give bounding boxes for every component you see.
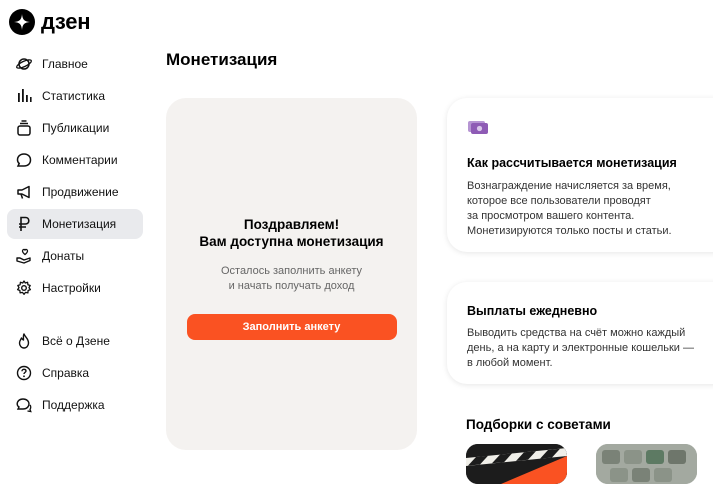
card-text-line: Выводить средства на счёт можно каждый bbox=[467, 327, 686, 339]
sidebar-nav: Главное Статистика Публикации Комментари… bbox=[0, 49, 150, 422]
card-text: Выводить средства на счёт можно каждый д… bbox=[467, 326, 713, 371]
sidebar-item-main[interactable]: Главное bbox=[7, 49, 143, 79]
dzen-logo[interactable]: дзен bbox=[9, 9, 91, 35]
card-text-line: в любой момент. bbox=[467, 357, 553, 369]
sidebar-item-settings[interactable]: Настройки bbox=[7, 273, 143, 303]
monetization-promo-card: Поздравляем! Вам доступна монетизация Ос… bbox=[166, 98, 417, 450]
megaphone-icon bbox=[16, 184, 32, 200]
card-title: Выплаты ежедневно bbox=[467, 304, 598, 318]
help-icon bbox=[16, 365, 32, 381]
sidebar-item-monetization[interactable]: Монетизация bbox=[7, 209, 143, 239]
comment-icon bbox=[16, 152, 32, 168]
card-text-line: Вознаграждение начисляется за время, bbox=[467, 180, 671, 192]
sidebar-item-comments[interactable]: Комментарии bbox=[7, 145, 143, 175]
ruble-icon bbox=[16, 216, 32, 232]
sidebar-item-label: Настройки bbox=[42, 281, 101, 295]
tips-collection-thumbnail[interactable] bbox=[466, 444, 567, 484]
planet-icon bbox=[16, 56, 32, 72]
sidebar-item-label: Поддержка bbox=[42, 398, 105, 412]
sidebar-item-label: Продвижение bbox=[42, 185, 119, 199]
sidebar-item-about-dzen[interactable]: Всё о Дзене bbox=[7, 326, 143, 356]
gear-icon bbox=[16, 280, 32, 296]
promo-title-line: Вам доступна монетизация bbox=[199, 234, 384, 249]
sidebar-item-label: Статистика bbox=[42, 89, 106, 103]
publications-icon bbox=[16, 120, 32, 136]
sidebar-item-label: Главное bbox=[42, 57, 88, 71]
promo-subtitle-line: Осталось заполнить анкету bbox=[220, 265, 363, 277]
sidebar-item-donations[interactable]: Донаты bbox=[7, 241, 143, 271]
flame-icon bbox=[16, 333, 32, 349]
money-icon bbox=[467, 119, 489, 140]
sidebar-item-label: Справка bbox=[42, 366, 90, 380]
sidebar-item-label: Монетизация bbox=[42, 217, 117, 231]
monetization-info-card: Как рассчитывается монетизация Вознаграж… bbox=[447, 98, 713, 252]
donate-icon bbox=[16, 248, 32, 264]
daily-payouts-card: Выплаты ежедневно Выводить средства на с… bbox=[447, 282, 713, 384]
tips-collection-thumbnail[interactable] bbox=[596, 444, 697, 484]
tips-section-title: Подборки с советами bbox=[466, 417, 611, 432]
clapperboard-image bbox=[466, 444, 567, 484]
sidebar-item-label: Публикации bbox=[42, 121, 110, 135]
promo-subtitle: Осталось заполнить анкету и начать получ… bbox=[221, 264, 362, 294]
card-text-line: Монетизируются только посты и статьи. bbox=[467, 225, 672, 237]
promo-title-line: Поздравляем! bbox=[243, 217, 340, 232]
sidebar-item-help[interactable]: Справка bbox=[7, 358, 143, 388]
card-text: Вознаграждение начисляется за время, кот… bbox=[467, 179, 713, 239]
sidebar-item-promotion[interactable]: Продвижение bbox=[7, 177, 143, 207]
logo-text: дзен bbox=[41, 9, 91, 34]
promo-title: Поздравляем! Вам доступна монетизация bbox=[199, 216, 383, 250]
sidebar-item-statistics[interactable]: Статистика bbox=[7, 81, 143, 111]
sidebar-divider bbox=[0, 305, 150, 326]
sidebar-item-label: Донаты bbox=[42, 249, 85, 263]
dzen-star-icon bbox=[9, 9, 35, 35]
support-icon bbox=[16, 397, 32, 413]
fill-form-button[interactable]: Заполнить анкету bbox=[186, 314, 397, 340]
card-text-line: которое все пользователи проводят bbox=[467, 195, 651, 207]
card-text-line: за просмотром вашего контента. bbox=[467, 210, 635, 222]
card-title: Как рассчитывается монетизация bbox=[467, 156, 677, 170]
sidebar-item-label: Комментарии bbox=[42, 153, 118, 167]
card-text-line: день, а на карту и электронные кошельки … bbox=[467, 342, 694, 354]
sidebar-item-support[interactable]: Поддержка bbox=[7, 390, 143, 420]
promo-subtitle-line: и начать получать доход bbox=[228, 280, 355, 292]
keyboard-image bbox=[596, 444, 697, 484]
sidebar-item-label: Всё о Дзене bbox=[42, 334, 110, 348]
sidebar-item-publications[interactable]: Публикации bbox=[7, 113, 143, 143]
bar-chart-icon bbox=[16, 88, 32, 104]
page-title: Монетизация bbox=[166, 50, 278, 69]
